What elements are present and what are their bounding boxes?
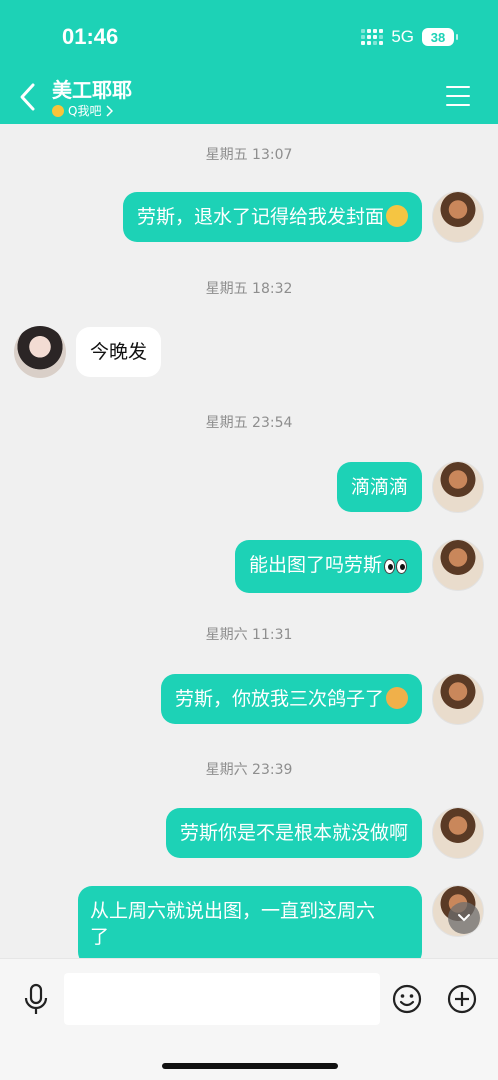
chevron-right-icon <box>106 104 114 117</box>
dog-face-emoji-icon <box>386 687 408 709</box>
home-indicator[interactable] <box>162 1063 338 1069</box>
chat-header: 01:46 5G 38 美工耶耶 Q我吧 <box>0 0 498 124</box>
smile-emoji-icon <box>52 104 64 117</box>
chat-subtitle[interactable]: Q我吧 <box>52 102 114 119</box>
timestamp: 星期五 18:32 <box>205 281 293 297</box>
scroll-to-bottom-button[interactable] <box>448 902 480 934</box>
my-avatar[interactable] <box>432 807 484 859</box>
subtitle-text: Q我吧 <box>68 104 102 118</box>
message-text: 劳斯，你放我三次鸽子了 <box>174 688 384 710</box>
message-text: 今晚发 <box>90 341 148 363</box>
timestamp: 星期六 11:31 <box>205 627 293 643</box>
chat-title[interactable]: 美工耶耶 <box>52 74 132 103</box>
input-bar <box>0 958 498 1080</box>
timestamp: 星期五 13:07 <box>205 147 293 163</box>
my-avatar[interactable] <box>432 539 484 591</box>
message-text: 能出图了吗劳斯 <box>248 554 382 576</box>
emoji-icon[interactable] <box>391 983 423 1015</box>
message-text-line: 从上周六就说出图，一直到这周六 <box>90 900 376 922</box>
add-icon[interactable] <box>446 983 478 1015</box>
timestamp: 星期六 23:39 <box>205 762 293 778</box>
timestamp: 星期五 23:54 <box>205 415 293 431</box>
message-text: 滴滴滴 <box>350 476 408 498</box>
battery-icon: 38 <box>422 28 458 46</box>
status-time: 01:46 <box>62 24 119 49</box>
my-avatar[interactable] <box>432 673 484 725</box>
message-bubble-me[interactable]: 滴滴滴 <box>336 462 422 512</box>
message-bubble-me[interactable]: 能出图了吗劳斯 <box>234 540 422 593</box>
chevron-down-icon <box>458 914 470 922</box>
signal-icon <box>361 29 384 45</box>
laugh-cry-emoji-icon <box>386 205 408 227</box>
eyes-emoji-icon <box>384 555 408 581</box>
message-text: 劳斯你是不是根本就没做啊 <box>179 822 408 844</box>
menu-icon[interactable] <box>446 86 470 106</box>
network-type: 5G <box>391 27 414 46</box>
my-avatar[interactable] <box>432 461 484 513</box>
message-text: 劳斯，退水了记得给我发封面 <box>136 206 384 228</box>
message-text-line: 了 <box>90 926 110 948</box>
contact-avatar[interactable] <box>14 326 66 378</box>
message-bubble-me[interactable]: 劳斯，你放我三次鸽子了 <box>160 674 422 724</box>
status-indicators: 5G 38 <box>361 27 458 47</box>
message-input[interactable] <box>64 973 380 1025</box>
microphone-icon[interactable] <box>22 983 50 1017</box>
message-bubble-me[interactable]: 劳斯你是不是根本就没做啊 <box>165 808 422 858</box>
my-avatar[interactable] <box>432 191 484 243</box>
message-bubble-other[interactable]: 今晚发 <box>76 327 162 377</box>
back-arrow-icon[interactable] <box>18 82 38 112</box>
message-bubble-me[interactable]: 从上周六就说出图，一直到这周六 了 <box>78 886 422 966</box>
message-bubble-me[interactable]: 劳斯，退水了记得给我发封面 <box>122 192 422 242</box>
